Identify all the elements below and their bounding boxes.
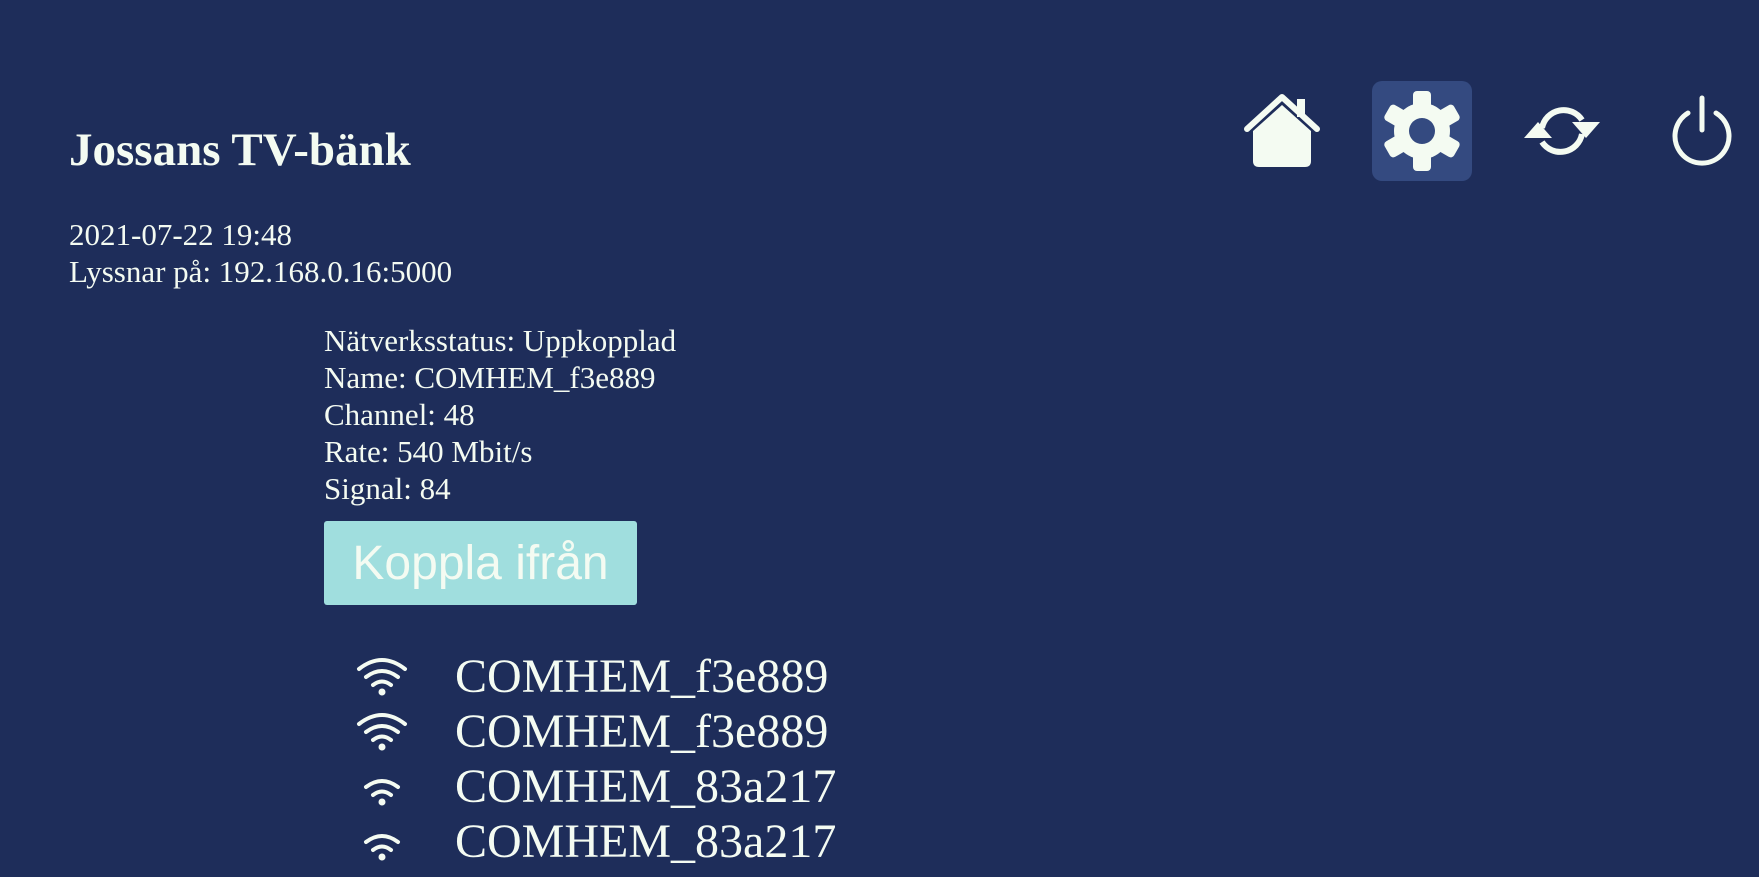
wifi-network-name: COMHEM_83a217 — [455, 815, 837, 868]
home-icon — [1243, 93, 1321, 169]
disconnect-button[interactable]: Koppla ifrån — [324, 521, 637, 605]
network-rate-text: Rate: 540 Mbit/s — [324, 434, 533, 469]
wifi-network-name: COMHEM_83a217 — [455, 760, 837, 813]
wifi-medium-icon — [352, 759, 412, 814]
wifi-strong-icon — [352, 649, 412, 704]
wifi-network-name: COMHEM_f3e889 — [455, 650, 829, 703]
listening-address-text: Lyssnar på: 192.168.0.16:5000 — [69, 254, 453, 289]
network-status-panel: Nätverksstatus: Uppkopplad Name: COMHEM_… — [324, 322, 676, 507]
page-title: Jossans TV-bänk — [69, 124, 411, 176]
wifi-network-list: COMHEM_f3e889 COMHEM_f3e889 COMHEM_83a21… — [352, 649, 836, 869]
wifi-network-item[interactable]: COMHEM_f3e889 — [352, 649, 836, 704]
network-channel-text: Channel: 48 — [324, 397, 475, 432]
home-button[interactable] — [1232, 81, 1332, 181]
toolbar — [1232, 81, 1752, 181]
refresh-button[interactable] — [1512, 81, 1612, 181]
wifi-medium-icon — [352, 814, 412, 869]
refresh-icon — [1522, 98, 1602, 164]
power-button[interactable] — [1652, 81, 1752, 181]
wifi-strong-icon — [352, 704, 412, 759]
power-icon — [1669, 94, 1735, 168]
settings-button[interactable] — [1372, 81, 1472, 181]
network-name-text: Name: COMHEM_f3e889 — [324, 360, 656, 395]
wifi-network-item[interactable]: COMHEM_f3e889 — [352, 704, 836, 759]
datetime-text: 2021-07-22 19:48 — [69, 217, 293, 252]
network-signal-text: Signal: 84 — [324, 471, 451, 506]
wifi-network-name: COMHEM_f3e889 — [455, 705, 829, 758]
gear-icon — [1381, 90, 1463, 172]
device-info: 2021-07-22 19:48 Lyssnar på: 192.168.0.1… — [69, 216, 452, 290]
wifi-network-item[interactable]: COMHEM_83a217 — [352, 759, 836, 814]
wifi-network-item[interactable]: COMHEM_83a217 — [352, 814, 836, 869]
network-status-text: Nätverksstatus: Uppkopplad — [324, 323, 677, 358]
